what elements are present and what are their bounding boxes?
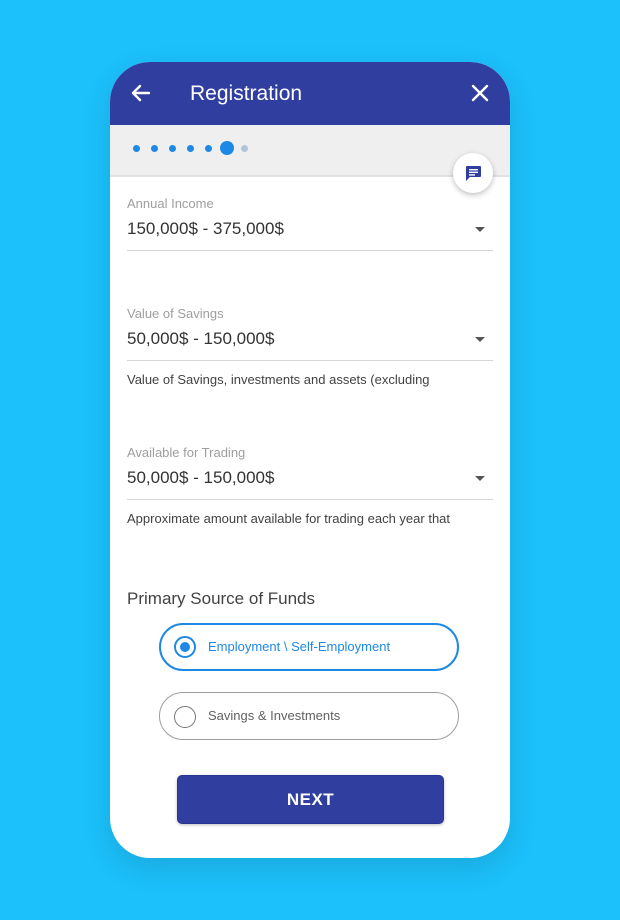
field-underline [127, 250, 493, 251]
value-of-savings-helper: Value of Savings, investments and assets… [127, 372, 430, 387]
radio-label: Savings & Investments [208, 708, 341, 723]
app-header: Registration [110, 62, 510, 125]
dropdown-arrow-icon [475, 337, 485, 342]
close-button[interactable] [468, 81, 492, 105]
dropdown-arrow-icon [475, 476, 485, 481]
chat-button[interactable] [453, 153, 493, 193]
annual-income-select[interactable]: Annual Income 150,000$ - 375,000$ [127, 196, 493, 252]
step-dot [187, 145, 194, 152]
step-progress [110, 125, 510, 177]
chat-message-icon [466, 166, 481, 181]
step-dot [133, 145, 140, 152]
step-dot [151, 145, 158, 152]
step-dot [205, 145, 212, 152]
next-button[interactable]: NEXT [177, 775, 444, 824]
value-of-savings-value: 50,000$ - 150,000$ [127, 329, 275, 348]
radio-label: Employment \ Self-Employment [208, 639, 391, 654]
field-underline [127, 360, 493, 361]
back-button[interactable] [128, 80, 154, 106]
dropdown-arrow-icon [475, 227, 485, 232]
available-for-trading-helper: Approximate amount available for trading… [127, 511, 451, 526]
field-underline [127, 499, 493, 500]
radio-unchecked-icon [174, 705, 196, 728]
value-of-savings-select[interactable]: Value of Savings 50,000$ - 150,000$ [127, 306, 493, 362]
radio-checked-icon [174, 636, 196, 658]
value-of-savings-label: Value of Savings [127, 306, 224, 321]
annual-income-label: Annual Income [127, 196, 214, 211]
step-dot-upcoming [241, 145, 248, 152]
radio-option-employment[interactable]: Employment \ Self-Employment [159, 623, 459, 671]
phone-screen: Registration Annual Income 150,000$ - 37… [110, 62, 510, 858]
source-of-funds-title: Primary Source of Funds [127, 589, 316, 608]
close-icon [471, 84, 489, 102]
page-title: Registration [190, 82, 303, 105]
available-for-trading-value: 50,000$ - 150,000$ [127, 468, 275, 487]
radio-option-savings[interactable]: Savings & Investments [159, 692, 459, 740]
available-for-trading-select[interactable]: Available for Trading 50,000$ - 150,000$ [127, 445, 493, 501]
available-for-trading-label: Available for Trading [127, 445, 246, 460]
step-dot [169, 145, 176, 152]
arrow-left-icon [131, 84, 151, 102]
annual-income-value: 150,000$ - 375,000$ [127, 219, 284, 238]
step-dot-current [220, 141, 234, 155]
